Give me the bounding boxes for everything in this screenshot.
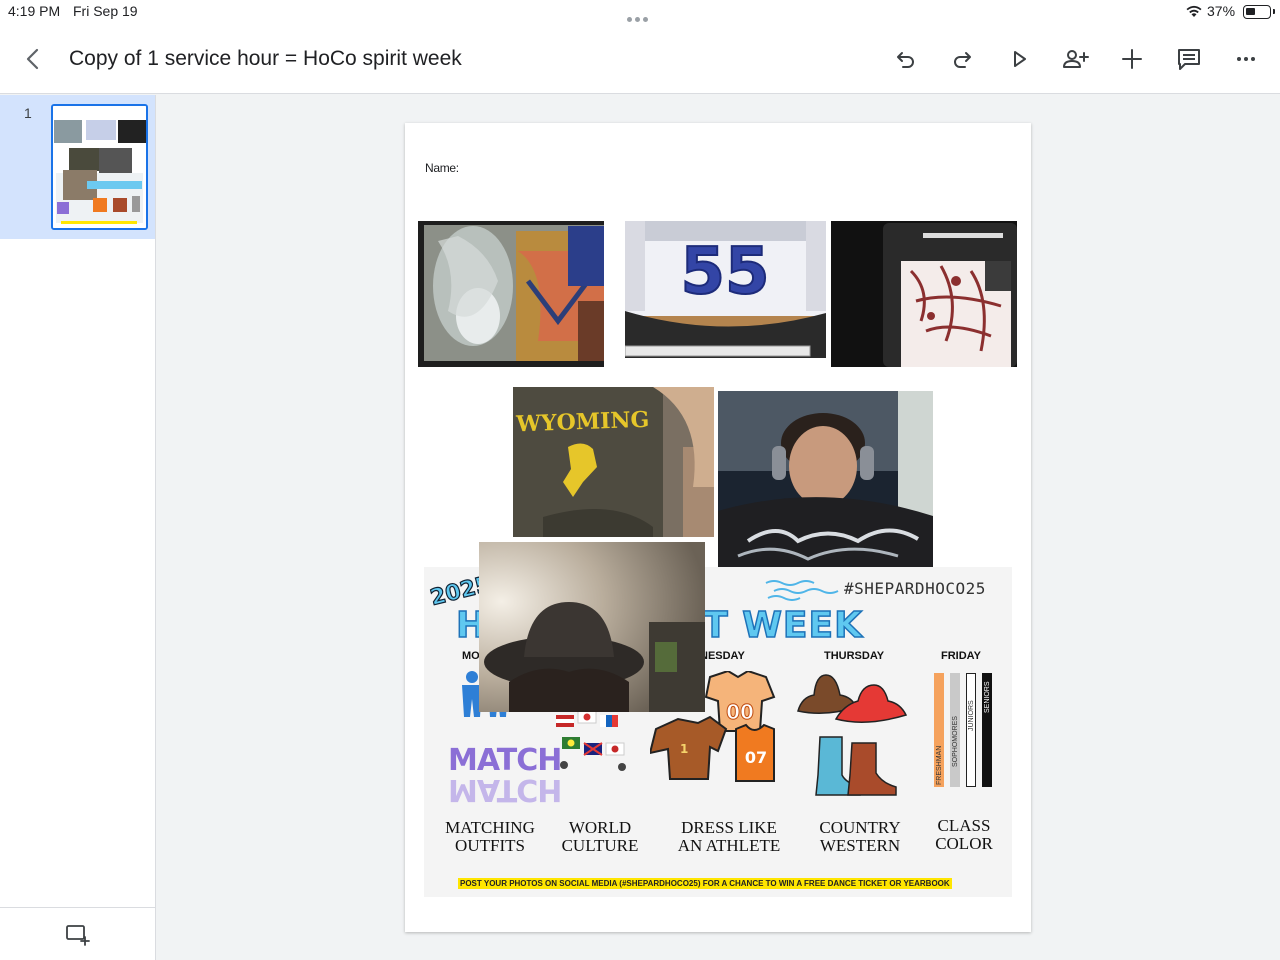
battery-icon [1243, 5, 1275, 19]
theme-world-culture: WORLD CULTURE [550, 819, 650, 855]
jersey-number-1: 1 [680, 742, 688, 756]
photo-graphic-shirt[interactable] [418, 221, 604, 367]
insert-button[interactable] [1117, 44, 1147, 74]
present-button[interactable] [1004, 44, 1034, 74]
theme-line: CLASS [937, 816, 991, 835]
slide-number: 1 [24, 105, 32, 121]
wifi-icon [1186, 5, 1202, 17]
jersey-number-00: 00 [726, 700, 754, 724]
photo-selfie-headphones[interactable] [718, 391, 933, 569]
add-person-icon [1063, 50, 1089, 68]
class-label-juniors: JUNIORS [968, 700, 975, 731]
theme-line: COUNTRY [819, 818, 901, 837]
theme-line: CULTURE [561, 836, 639, 855]
name-label[interactable]: Name: [425, 161, 459, 175]
slide-thumbnail[interactable] [51, 104, 148, 230]
match-word-reflection: MATCH [448, 772, 562, 807]
status-time: 4:19 PM [8, 3, 61, 19]
theme-line: WESTERN [819, 836, 901, 855]
class-label-sophomores: SOPHOMORES [952, 716, 959, 767]
theme-line: OUTFITS [455, 836, 525, 855]
top-toolbar: Copy of 1 service hour = HoCo spirit wee… [0, 24, 1280, 94]
play-icon [1014, 51, 1026, 67]
theme-line: DRESS LIKE [681, 818, 777, 837]
day-wednesday: NESDAY [700, 650, 745, 662]
theme-line: AN ATHLETE [677, 836, 781, 855]
insert-plus-icon [1122, 49, 1142, 69]
comment-icon [1178, 49, 1200, 70]
day-friday: FRIDAY [941, 650, 981, 662]
photo-wyoming-hoodie[interactable]: WYOMING [513, 387, 714, 537]
theme-dress-like-athlete: DRESS LIKE AN ATHLETE [670, 819, 788, 855]
sidebar-footer [0, 907, 155, 960]
cowboy-boots-icon [797, 674, 908, 796]
slide-thumbnail-preview [53, 106, 146, 228]
more-button[interactable] [1231, 44, 1261, 74]
status-date: Fri Sep 19 [73, 3, 138, 19]
add-slide-icon[interactable] [66, 924, 90, 946]
theme-class-color: CLASS COLOR [924, 817, 1004, 853]
status-bar: 4:19 PM Fri Sep 19 37% [0, 0, 1280, 24]
more-icon [1237, 57, 1255, 61]
battery-percent: 37% [1207, 3, 1236, 19]
theme-line: COLOR [935, 834, 993, 853]
back-icon[interactable] [20, 46, 46, 72]
day-monday: MO [462, 650, 480, 662]
comments-button[interactable] [1174, 44, 1204, 74]
class-label-seniors: SENIORS [984, 681, 991, 713]
redo-icon [954, 52, 971, 68]
flyer-hashtag: #SHEPARDHOCO25 [844, 579, 986, 598]
undo-icon [897, 52, 914, 68]
flyer-footer-note: POST YOUR PHOTOS ON SOCIAL MEDIA (#SHEPA… [458, 878, 952, 889]
multitasking-dots-icon[interactable] [627, 9, 655, 22]
photo-jersey-55[interactable]: 55 [625, 221, 826, 358]
slide-page[interactable]: Name: 55 WYOMING #SHEPARDHOCO25 2025 WEE… [405, 123, 1031, 932]
slide-sidebar: 1 [0, 95, 156, 960]
jersey-number-text: 55 [680, 235, 769, 309]
theme-country-western: COUNTRY WESTERN [808, 819, 912, 855]
day-thursday: THURSDAY [824, 650, 885, 662]
undo-button[interactable] [891, 44, 921, 74]
jersey-number-07: 07 [745, 748, 767, 767]
wave-decoration-icon [765, 580, 839, 601]
theme-line: WORLD [568, 818, 632, 837]
photo-phone-screenshot[interactable] [831, 221, 1017, 367]
class-label-freshman: FRESHMAN [936, 745, 943, 785]
document-title[interactable]: Copy of 1 service hour = HoCo spirit wee… [69, 47, 462, 71]
wyoming-text: WYOMING [515, 407, 650, 438]
photo-cowboy-hat[interactable] [479, 542, 705, 712]
theme-matching-outfits: MATCHING OUTFITS [438, 819, 542, 855]
theme-line: MATCHING [445, 818, 535, 837]
share-button[interactable] [1060, 44, 1090, 74]
world-flags-icon [556, 710, 626, 771]
redo-button[interactable] [947, 44, 977, 74]
